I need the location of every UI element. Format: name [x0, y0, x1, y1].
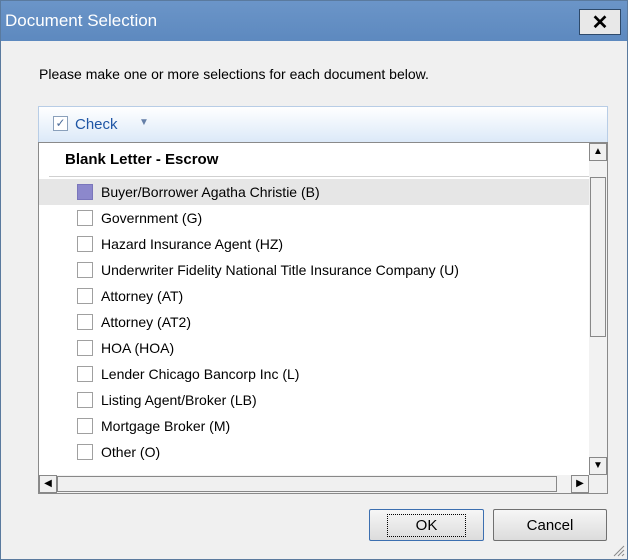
item-label: Hazard Insurance Agent (HZ)	[101, 236, 284, 252]
item-checkbox[interactable]	[77, 210, 93, 226]
vertical-scroll-thumb[interactable]	[590, 177, 606, 337]
list-item[interactable]: Other (O)	[39, 439, 589, 465]
item-checkbox[interactable]	[77, 314, 93, 330]
scrollbar-corner	[589, 475, 607, 493]
scroll-right-button[interactable]: ▶	[571, 475, 589, 493]
scroll-left-button[interactable]: ◀	[39, 475, 57, 493]
item-checkbox[interactable]	[77, 236, 93, 252]
title-bar[interactable]: Document Selection ✕	[1, 1, 627, 41]
item-label: Attorney (AT2)	[101, 314, 191, 330]
scroll-down-button[interactable]: ▼	[589, 457, 607, 475]
list-item[interactable]: Mortgage Broker (M)	[39, 413, 589, 439]
list-item[interactable]: Buyer/Borrower Agatha Christie (B)	[39, 179, 589, 205]
list-item[interactable]: Hazard Insurance Agent (HZ)	[39, 231, 589, 257]
item-label: Other (O)	[101, 444, 161, 460]
item-checkbox[interactable]	[77, 184, 93, 200]
item-checkbox[interactable]	[77, 444, 93, 460]
item-checkbox[interactable]	[77, 418, 93, 434]
item-checkbox[interactable]	[77, 288, 93, 304]
item-label: Listing Agent/Broker (LB)	[101, 392, 257, 408]
list-item[interactable]: Attorney (AT2)	[39, 309, 589, 335]
item-checkbox[interactable]	[77, 366, 93, 382]
recipient-list: Blank Letter - Escrow Buyer/Borrower Aga…	[38, 142, 608, 494]
vertical-scrollbar[interactable]: ▲ ▼	[589, 143, 607, 475]
list-item[interactable]: HOA (HOA)	[39, 335, 589, 361]
horizontal-scrollbar[interactable]: ◀ ▶	[39, 475, 589, 493]
horizontal-scroll-thumb[interactable]	[57, 476, 557, 492]
ok-button[interactable]: OK	[369, 509, 484, 541]
document-selection-dialog: Document Selection ✕ Please make one or …	[0, 0, 628, 560]
ok-button-label: OK	[386, 513, 467, 537]
item-label: Lender Chicago Bancorp Inc (L)	[101, 366, 300, 382]
chevron-down-icon[interactable]: ▼	[139, 117, 149, 128]
divider	[49, 176, 589, 177]
item-label: Underwriter Fidelity National Title Insu…	[101, 262, 459, 278]
close-icon: ✕	[591, 11, 609, 34]
item-checkbox[interactable]	[77, 340, 93, 356]
dialog-title: Document Selection	[5, 11, 158, 30]
instruction-text: Please make one or more selections for e…	[39, 66, 429, 82]
toolbar: ✓ Check ▼	[38, 106, 608, 142]
item-label: Government (G)	[101, 210, 203, 226]
cancel-button[interactable]: Cancel	[493, 509, 607, 541]
list-item[interactable]: Lender Chicago Bancorp Inc (L)	[39, 361, 589, 387]
scroll-up-button[interactable]: ▲	[589, 143, 607, 161]
check-button[interactable]: Check	[75, 116, 118, 133]
list-item[interactable]: Government (G)	[39, 205, 589, 231]
list-item[interactable]: Listing Agent/Broker (LB)	[39, 387, 589, 413]
resize-grip-icon[interactable]	[611, 543, 625, 557]
list-item[interactable]: Attorney (AT)	[39, 283, 589, 309]
item-label: Mortgage Broker (M)	[101, 418, 231, 434]
item-checkbox[interactable]	[77, 262, 93, 278]
checkbox-icon[interactable]: ✓	[53, 116, 68, 131]
item-label: Buyer/Borrower Agatha Christie (B)	[101, 184, 320, 200]
item-label: Attorney (AT)	[101, 288, 184, 304]
item-checkbox[interactable]	[77, 392, 93, 408]
close-button[interactable]: ✕	[579, 9, 621, 35]
list-item[interactable]: Underwriter Fidelity National Title Insu…	[39, 257, 589, 283]
list-header: Blank Letter - Escrow	[65, 151, 219, 168]
item-label: HOA (HOA)	[101, 340, 175, 356]
